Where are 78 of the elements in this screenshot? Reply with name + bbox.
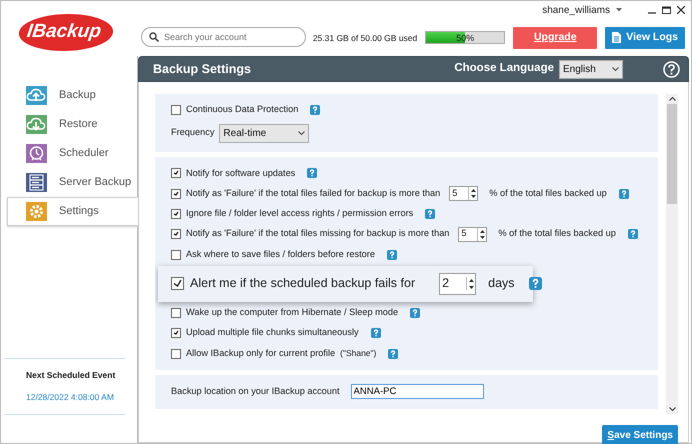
- checkbox[interactable]: [171, 209, 181, 220]
- logo: IBackup: [16, 14, 116, 50]
- checkbox[interactable]: [171, 250, 181, 260]
- option-label: Ignore file / folder level access rights / permission errors: [186, 207, 414, 220]
- help-icon[interactable]: [618, 188, 629, 199]
- language-dropdown[interactable]: English: [559, 60, 623, 78]
- up-arrow-icon[interactable]: [470, 188, 476, 192]
- help-icon[interactable]: [410, 308, 420, 318]
- option-suffix: % of the total files backed up: [489, 186, 607, 200]
- up-arrow-icon[interactable]: [468, 279, 474, 282]
- down-arrow-icon[interactable]: [468, 286, 474, 289]
- check-icon: [173, 190, 179, 197]
- option-suffix: % of the total files backed up: [498, 227, 616, 240]
- help-icon[interactable]: [370, 328, 381, 338]
- number-spinner[interactable]: 5: [458, 226, 488, 242]
- option-label: Notify as 'Failure' if the total files missing for backup is more than: [186, 227, 450, 240]
- checkbox[interactable]: [171, 308, 181, 318]
- down-arrow-icon[interactable]: [480, 236, 485, 240]
- save-settings-button[interactable]: Save Settings: [602, 425, 678, 444]
- number-spinner[interactable]: 2: [439, 272, 476, 295]
- scrollbar[interactable]: [666, 94, 678, 414]
- language-label: Choose Language: [454, 61, 554, 76]
- help-icon[interactable]: [663, 60, 680, 78]
- help-icon[interactable]: [310, 105, 320, 116]
- checkbox[interactable]: [171, 105, 181, 116]
- chevron-icon: [298, 131, 306, 136]
- check-icon: [173, 170, 179, 176]
- profile-note: ("Shane"): [340, 347, 376, 360]
- help-icon[interactable]: [628, 229, 638, 240]
- frequency-dropdown[interactable]: Real-time: [219, 124, 310, 143]
- check-icon: [173, 330, 179, 336]
- checkbox[interactable]: [171, 188, 181, 199]
- callout-label: Alert me if the scheduled backup fails for: [190, 275, 416, 292]
- sidebar-item[interactable]: Settings: [7, 197, 138, 226]
- next-event-time: 12/28/2022 4:08:00 AM: [26, 391, 115, 404]
- option-label: Allow IBackup only for current profile: [186, 346, 336, 360]
- document-icon: [612, 32, 622, 44]
- help-icon[interactable]: [307, 168, 318, 178]
- checkbox[interactable]: [171, 348, 181, 359]
- checkbox[interactable]: [171, 168, 181, 178]
- caret-icon[interactable]: [616, 8, 622, 12]
- close-icon[interactable]: [677, 6, 685, 14]
- sidebar-item[interactable]: Backup: [7, 81, 137, 110]
- check-icon: [173, 211, 179, 218]
- checkbox[interactable]: [171, 229, 181, 240]
- next-event-label: Next Scheduled Event: [26, 368, 116, 382]
- search-icon: [149, 32, 159, 42]
- sidebar-item[interactable]: Scheduler: [7, 139, 137, 168]
- option-label: Notify for software updates: [186, 166, 296, 180]
- option-label: Upload multiple file chunks simultaneously: [186, 326, 359, 340]
- view-logs-button[interactable]: View Logs: [605, 27, 685, 49]
- help-icon[interactable]: [425, 209, 436, 220]
- sidebar-item[interactable]: Restore: [7, 110, 137, 139]
- help-icon[interactable]: [386, 250, 397, 260]
- option-label: Wake up the computer from Hibernate / Sleep mode: [186, 306, 398, 320]
- up-arrow-icon[interactable]: [480, 230, 485, 233]
- help-icon[interactable]: [528, 277, 542, 290]
- option-label: Continuous Data Protection: [186, 103, 298, 116]
- storage-usage-text: 25.31 GB of 50.00 GB used: [312, 32, 418, 44]
- sidebar-item[interactable]: Server Backup: [7, 168, 137, 197]
- panel-title: Backup Settings: [153, 60, 251, 78]
- callout-suffix: days: [488, 275, 515, 292]
- checkbox[interactable]: [171, 328, 181, 338]
- help-icon[interactable]: [388, 348, 398, 359]
- chevron-icon: [612, 67, 619, 71]
- check-icon: [173, 279, 182, 288]
- user-name[interactable]: shane_williams: [542, 2, 610, 18]
- option-label: Notify as 'Failure' if the total files failed for backup is more than: [186, 186, 440, 200]
- check-icon: [173, 231, 179, 238]
- frequency-label: Frequency: [171, 126, 214, 140]
- down-arrow-icon[interactable]: [470, 195, 476, 198]
- option-label: Ask where to save files / folders before restore: [186, 248, 375, 261]
- location-label: Backup location on your IBackup account: [171, 384, 340, 398]
- search-field[interactable]: Search your account: [141, 27, 306, 47]
- location-field[interactable]: ANNA-PC: [350, 384, 484, 400]
- maximize-icon[interactable]: [662, 6, 671, 14]
- number-spinner[interactable]: 5: [449, 186, 478, 202]
- checkbox[interactable]: [171, 277, 184, 290]
